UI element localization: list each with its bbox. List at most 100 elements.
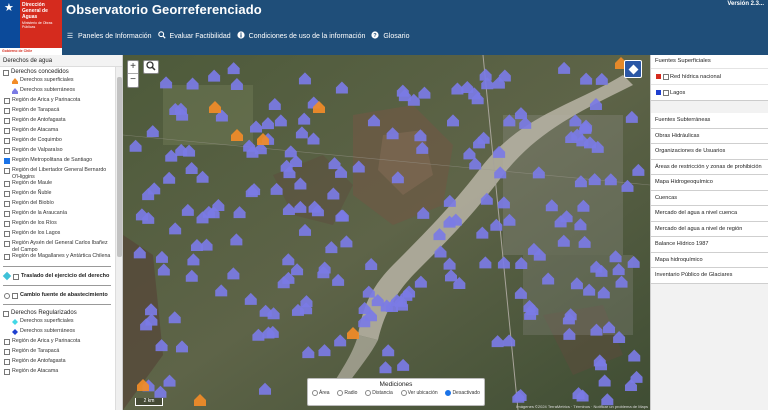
purple-marker-icon — [12, 88, 18, 94]
region-checkbox[interactable] — [4, 231, 10, 237]
lagos-checkbox[interactable] — [663, 90, 669, 96]
satellite-map[interactable]: + − 2 km Mediciones Área Radio Distancia… — [123, 55, 650, 410]
region-checkbox[interactable] — [4, 108, 10, 114]
layer-group-item[interactable]: Cuencas — [651, 190, 768, 206]
region-item[interactable]: Región de Tarapacá — [0, 348, 114, 358]
region-item[interactable]: Región de los Lagos — [0, 230, 114, 240]
region-checkbox[interactable] — [4, 138, 10, 144]
scale-bar: 2 km — [135, 398, 163, 406]
region-checkbox[interactable] — [4, 168, 10, 174]
layers-toggle-button[interactable] — [624, 60, 642, 78]
measure-ubicacion[interactable]: Ver ubicación — [400, 390, 438, 396]
region-item[interactable]: Región de Ñuble — [0, 190, 114, 200]
layer-group-item[interactable]: Balance Hídrico 1987 — [651, 237, 768, 253]
scrollbar-thumb[interactable] — [117, 77, 122, 257]
region-checkbox[interactable] — [4, 369, 10, 375]
layer-group-item[interactable]: Fuentes Subterráneas — [651, 113, 768, 129]
region-item[interactable]: Región de Arica y Parinacota — [0, 97, 114, 107]
region-item[interactable]: Región de Magallanes y Antártica Chilena — [0, 253, 114, 263]
dga-logo[interactable]: ★ Dirección General de Aguas Ministerio … — [0, 0, 62, 55]
nav-paneles[interactable]: ☰ Paneles de Información — [66, 32, 152, 41]
measure-distancia[interactable]: Distancia — [365, 390, 393, 396]
region-item[interactable]: Región de Atacama — [0, 127, 114, 137]
layer-group-item[interactable]: Mapa hidroquímico — [651, 252, 768, 268]
group-concedidos-checkbox[interactable] — [3, 69, 9, 76]
region-checkbox[interactable] — [4, 359, 10, 365]
region-item[interactable]: Región de Coquimbo — [0, 137, 114, 147]
radius-radio-icon — [337, 390, 344, 396]
group-regularizados[interactable]: Derechos Regularizados — [0, 308, 114, 318]
region-item[interactable]: Región Aysén del General Carlos Ibañez d… — [0, 240, 114, 253]
nav-condiciones[interactable]: Condiciones de uso de la información — [237, 31, 365, 41]
region-label: Región de la Araucanía — [12, 210, 68, 216]
region-item[interactable]: Región de Tarapacá — [0, 107, 114, 117]
region-label: Región de los Lagos — [12, 230, 61, 236]
region-checkbox[interactable] — [4, 98, 10, 104]
region-checkbox[interactable] — [4, 191, 10, 197]
region-checkbox[interactable] — [4, 339, 10, 345]
app-window: ★ Dirección General de Aguas Ministerio … — [0, 0, 768, 410]
measure-area[interactable]: Área — [312, 390, 330, 396]
region-checkbox[interactable] — [4, 158, 10, 164]
traslado-toggle[interactable]: Traslado del ejercicio del derecho — [0, 270, 114, 282]
region-item[interactable]: Región de Antofagasta — [0, 117, 114, 127]
layer-group-item[interactable]: Mercado del agua a nivel cuenca — [651, 206, 768, 222]
measure-options: Área Radio Distancia Ver ubicación Desac… — [308, 388, 484, 396]
traslado-checkbox[interactable] — [13, 273, 19, 280]
zoom-out-button[interactable]: − — [128, 74, 138, 87]
region-checkbox[interactable] — [4, 211, 10, 217]
region-checkbox[interactable] — [4, 118, 10, 124]
panel-scrollbar[interactable] — [115, 67, 122, 410]
layer-group-item[interactable]: Obras Hidráulicas — [651, 128, 768, 144]
layer-group-item[interactable]: Organizaciones de Usuarios — [651, 144, 768, 160]
region-item[interactable]: Región de Arica y Parinacota — [0, 338, 114, 348]
measure-radio[interactable]: Radio — [337, 390, 357, 396]
main-nav: ☰ Paneles de Información Evaluar Factibi… — [66, 29, 409, 43]
region-item[interactable]: Región del Biobío — [0, 200, 114, 210]
zoom-in-button[interactable]: + — [128, 61, 138, 74]
layer-group-item[interactable]: Mapa Hidrogeoquímico — [651, 175, 768, 191]
fuentes-superficiales-header[interactable]: Fuentes Superficiales — [651, 55, 768, 68]
region-item[interactable]: Región de Maule — [0, 180, 114, 190]
nav-evaluar[interactable]: Evaluar Factibilidad — [157, 31, 231, 41]
region-checkbox[interactable] — [4, 201, 10, 207]
blue-diamond-icon — [12, 329, 18, 335]
svg-text:?: ? — [374, 33, 378, 39]
region-checkbox[interactable] — [4, 221, 10, 227]
region-checkbox[interactable] — [4, 349, 10, 355]
nav-glosario[interactable]: ? Glosario — [371, 31, 409, 41]
map-attribution[interactable]: Imágenes ©2024 TerraMetrics · Términos ·… — [516, 404, 648, 409]
region-item[interactable]: Región de Antofagasta — [0, 358, 114, 368]
group-regularizados-checkbox[interactable] — [3, 310, 9, 317]
region-checkbox[interactable] — [4, 241, 10, 247]
layer-group-item[interactable]: Áreas de restricción y zonas de prohibic… — [651, 159, 768, 175]
app-title: Observatorio Georreferenciado — [66, 2, 262, 17]
header-bar: ★ Dirección General de Aguas Ministerio … — [0, 0, 768, 55]
cambio-toggle[interactable]: Cambio fuente de abastecimiento — [0, 289, 114, 301]
region-item[interactable]: Región del Libertador General Bernardo O… — [0, 167, 114, 180]
region-checkbox[interactable] — [4, 254, 10, 260]
map-search-button[interactable] — [143, 60, 159, 74]
cambio-checkbox[interactable] — [12, 292, 18, 299]
layer-lagos[interactable]: Lagos — [651, 84, 768, 100]
region-checkbox[interactable] — [4, 128, 10, 134]
region-item[interactable]: Región de la Araucanía — [0, 210, 114, 220]
region-label: Región de Valparaíso — [12, 147, 63, 153]
region-label: Región de Coquimbo — [12, 137, 62, 143]
red-hidrica-checkbox[interactable] — [663, 74, 669, 80]
group-concedidos[interactable]: Derechos concedidos — [0, 67, 114, 77]
region-item[interactable]: Región de Valparaíso — [0, 147, 114, 157]
region-label: Región del Libertador General Bernardo O… — [12, 167, 107, 180]
layer-group-item[interactable]: Mercado del agua a nivel de región — [651, 221, 768, 237]
region-item[interactable]: Región de Atacama — [0, 368, 114, 378]
cambio-radio[interactable] — [4, 292, 10, 299]
layer-red-hidrica[interactable]: Red hídrica nacional — [651, 68, 768, 84]
layer-group-item[interactable]: Inventario Público de Glaciares — [651, 268, 768, 284]
region-label: Región de Atacama — [12, 368, 59, 374]
region-checkbox[interactable] — [4, 181, 10, 187]
region-item[interactable]: Región de los Ríos — [0, 220, 114, 230]
region-item[interactable]: Región Metropolitana de Santiago — [0, 157, 114, 167]
region-checkbox[interactable] — [4, 148, 10, 154]
measure-desactivado[interactable]: Desactivado — [445, 390, 480, 396]
region-label: Región Aysén del General Carlos Ibañez d… — [12, 240, 108, 253]
